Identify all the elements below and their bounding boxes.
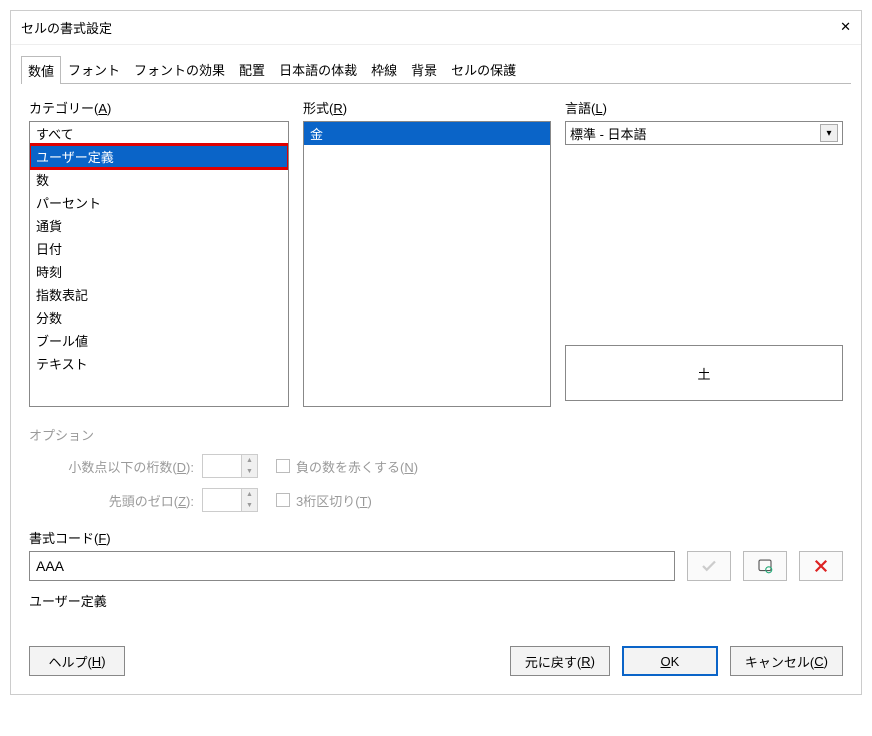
tab-日本語の体裁[interactable]: 日本語の体裁 xyxy=(272,55,364,83)
category-item[interactable]: ユーザー定義 xyxy=(30,145,288,168)
tab-配置[interactable]: 配置 xyxy=(232,55,272,83)
format-item[interactable]: 金 xyxy=(304,122,550,145)
category-item[interactable]: すべて xyxy=(30,122,288,145)
edit-comment-button[interactable] xyxy=(743,551,787,581)
tab-セルの保護[interactable]: セルの保護 xyxy=(444,55,523,83)
format-code-label: 書式コード(F) xyxy=(29,528,843,547)
x-icon xyxy=(812,557,830,575)
reset-button[interactable]: 元に戻す(R) xyxy=(510,646,610,676)
spin-up-icon[interactable]: ▲ xyxy=(242,455,257,466)
negative-red-label: 負の数を赤くする(N) xyxy=(296,457,418,476)
spin-down-icon[interactable]: ▼ xyxy=(242,466,257,477)
tab-数値[interactable]: 数値 xyxy=(21,56,61,84)
preview-box: 土 xyxy=(565,345,843,401)
category-item[interactable]: 分数 xyxy=(30,306,288,329)
close-icon[interactable]: ✕ xyxy=(840,19,851,35)
apply-code-button[interactable] xyxy=(687,551,731,581)
cancel-button[interactable]: キャンセル(C) xyxy=(730,646,843,676)
negative-red-checkbox[interactable] xyxy=(276,459,290,473)
check-icon xyxy=(700,557,718,575)
decimal-spinner[interactable]: ▲▼ xyxy=(202,454,258,478)
preview-value: 土 xyxy=(697,364,710,383)
tab-枠線[interactable]: 枠線 xyxy=(364,55,404,83)
chevron-down-icon[interactable]: ▾ xyxy=(820,124,838,142)
format-code-description: ユーザー定義 xyxy=(29,591,843,610)
format-label: 形式(R) xyxy=(303,98,551,117)
category-item[interactable]: 日付 xyxy=(30,237,288,260)
category-item[interactable]: 数 xyxy=(30,168,288,191)
category-item[interactable]: テキスト xyxy=(30,352,288,375)
delete-code-button[interactable] xyxy=(799,551,843,581)
category-listbox[interactable]: すべてユーザー定義数パーセント通貨日付時刻指数表記分数ブール値テキスト xyxy=(29,121,289,407)
language-value: 標準 - 日本語 xyxy=(570,124,647,143)
category-item[interactable]: 時刻 xyxy=(30,260,288,283)
leading-zero-label: 先頭のゼロ(Z): xyxy=(29,491,194,510)
language-label: 言語(L) xyxy=(565,98,843,117)
titlebar: セルの書式設定 ✕ xyxy=(11,11,861,45)
tab-フォントの効果[interactable]: フォントの効果 xyxy=(127,55,232,83)
note-icon xyxy=(756,557,774,575)
category-item[interactable]: ブール値 xyxy=(30,329,288,352)
cell-format-dialog: セルの書式設定 ✕ 数値フォントフォントの効果配置日本語の体裁枠線背景セルの保護… xyxy=(10,10,862,695)
decimal-label: 小数点以下の桁数(D): xyxy=(29,457,194,476)
spin-up-icon[interactable]: ▲ xyxy=(242,489,257,500)
tab-フォント[interactable]: フォント xyxy=(61,55,127,83)
category-label: カテゴリー(A) xyxy=(29,98,289,117)
thousands-sep-checkbox[interactable] xyxy=(276,493,290,507)
tab-背景[interactable]: 背景 xyxy=(404,55,444,83)
tabstrip: 数値フォントフォントの効果配置日本語の体裁枠線背景セルの保護 xyxy=(21,55,851,84)
options-label: オプション xyxy=(29,425,843,444)
thousands-sep-label: 3桁区切り(T) xyxy=(296,491,372,510)
language-select[interactable]: 標準 - 日本語 ▾ xyxy=(565,121,843,145)
category-item[interactable]: パーセント xyxy=(30,191,288,214)
format-code-input[interactable] xyxy=(29,551,675,581)
category-item[interactable]: 指数表記 xyxy=(30,283,288,306)
format-listbox[interactable]: 金 xyxy=(303,121,551,407)
help-button[interactable]: ヘルプ(H) xyxy=(29,646,125,676)
category-item[interactable]: 通貨 xyxy=(30,214,288,237)
window-title: セルの書式設定 xyxy=(21,18,112,37)
leading-zero-spinner[interactable]: ▲▼ xyxy=(202,488,258,512)
ok-button[interactable]: OK xyxy=(622,646,718,676)
spin-down-icon[interactable]: ▼ xyxy=(242,500,257,511)
